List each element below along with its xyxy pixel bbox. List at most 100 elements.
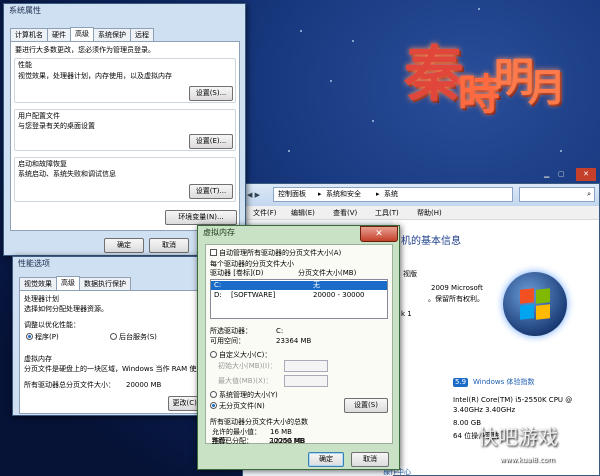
scheduling-description: 选择如何分配处理器资源。 (24, 305, 108, 313)
copyright-text: 2009 Microsoft (431, 284, 483, 292)
free-space-label: 可用空间： (210, 337, 245, 345)
current-allocated-value: 20000 MB (269, 437, 305, 445)
close-icon[interactable]: ✕ (360, 226, 398, 242)
wallpaper-logo: 秦時明月 (404, 40, 566, 119)
group-description: 视觉效果，处理器计划，内存使用，以及虚拟内存 (18, 72, 172, 80)
close-icon[interactable]: ✕ (576, 168, 596, 181)
environment-variables-button[interactable]: 环境变量(N)... (165, 210, 237, 225)
cancel-button[interactable]: 取消 (351, 452, 389, 467)
star (288, 150, 290, 152)
group-title: 用户配置文件 (18, 112, 60, 120)
window-title: 系统属性 (9, 6, 41, 15)
menu-tools[interactable]: 工具(T) (375, 209, 399, 218)
radio-icon (210, 391, 217, 398)
virtual-memory-dialog: 虚拟内存 ✕ 自动管理所有驱动器的分页文件大小(A) 每个驱动器的分页文件大小 … (197, 225, 400, 470)
tab-advanced[interactable]: 高级 (56, 276, 80, 290)
programs-radio[interactable]: 程序(P) (26, 333, 59, 342)
radio-selected-icon (26, 333, 33, 340)
back-forward-icon[interactable]: ◀ ▶ (247, 191, 260, 200)
list-item-selected[interactable]: C: 无 (211, 281, 387, 290)
auto-manage-checkbox[interactable]: 自动管理所有驱动器的分页文件大小(A) (210, 249, 341, 258)
wei-score-badge[interactable]: 5.9 (453, 378, 469, 387)
tab-strip: 计算机名 硬件 高级 系统保护 远程 (10, 27, 154, 41)
rights-text: 。保留所有权利。 (428, 295, 484, 303)
tab-visual-effects[interactable]: 视觉效果 (19, 277, 57, 290)
advanced-panel: 要进行大多数更改，您必须作为管理员登录。 性能 视觉效果，处理器计划，内存使用，… (10, 41, 240, 231)
star (330, 80, 332, 82)
admin-note: 要进行大多数更改，您必须作为管理员登录。 (15, 46, 155, 54)
no-paging-radio[interactable]: 无分页文件(N) (210, 402, 265, 411)
drive-size: 无 (313, 281, 320, 289)
tab-system-protection[interactable]: 系统保护 (93, 28, 131, 41)
list-item[interactable]: D: [SOFTWARE] 20000 - 30000 (211, 291, 387, 300)
star (352, 40, 354, 42)
profile-settings-button[interactable]: 设置(E)... (189, 134, 233, 149)
ok-button[interactable]: 确定 (104, 238, 144, 253)
user-profile-group: 用户配置文件 与您登录有关的桌面设置 设置(E)... (14, 109, 236, 151)
tab-computer-name[interactable]: 计算机名 (10, 28, 48, 41)
paging-total-value: 20000 MB (126, 381, 162, 389)
background-services-radio[interactable]: 后台服务(S) (110, 333, 157, 342)
search-input[interactable]: ⌕ (519, 187, 595, 202)
tab-advanced[interactable]: 高级 (70, 27, 94, 41)
star (560, 150, 562, 152)
radio-icon (210, 351, 217, 358)
paging-total-label: 所有驱动器总分页文件大小： (24, 381, 115, 389)
tab-dep[interactable]: 数据执行保护 (79, 277, 131, 290)
custom-size-radio[interactable]: 自定义大小(C)： (210, 351, 271, 360)
tab-remote[interactable]: 远程 (130, 28, 154, 41)
minimum-value: 16 MB (270, 428, 292, 436)
menu-bar: 文件(F) 编辑(E) 查看(V) 工具(T) 帮助(H) (243, 206, 599, 220)
virtual-memory-description: 分页文件是硬盘上的一块区域，Windows 当作 RAM 使用。 (24, 365, 211, 373)
startup-settings-button[interactable]: 设置(T)... (189, 184, 233, 199)
checkbox-icon (210, 249, 217, 256)
group-title: 启动和故障恢复 (18, 160, 67, 168)
drive-letter: C: (214, 281, 222, 289)
watermark-url: www.kuai8.com (500, 456, 555, 464)
site-watermark: 快吧游戏 www.kuai8.com (470, 424, 598, 472)
performance-group: 性能 视觉效果，处理器计划，内存使用，以及虚拟内存 设置(S)... (14, 58, 236, 103)
each-drive-label: 每个驱动器的分页文件大小 (210, 260, 294, 268)
menu-edit[interactable]: 编辑(E) (291, 209, 315, 218)
system-properties-window: 系统属性 计算机名 硬件 高级 系统保护 远程 要进行大多数更改，您必须作为管理… (3, 3, 246, 256)
breadcrumb-item[interactable]: 系统和安全 (326, 190, 361, 199)
drive-letter: D: (214, 291, 222, 299)
system-managed-radio[interactable]: 系统管理的大小(Y) (210, 391, 278, 400)
tab-hardware[interactable]: 硬件 (47, 28, 71, 41)
drive-size: 20000 - 30000 (313, 291, 365, 299)
ok-button[interactable]: 确定 (308, 452, 344, 467)
performance-settings-button[interactable]: 设置(S)... (189, 86, 233, 101)
totals-title: 所有驱动器分页文件大小的总数 (210, 418, 308, 426)
virtual-memory-title: 虚拟内存 (24, 355, 52, 363)
star (478, 8, 480, 10)
current-allocated-label: 当前已分配： (211, 437, 253, 445)
dialog-body: 自动管理所有驱动器的分页文件大小(A) 每个驱动器的分页文件大小 驱动器 [卷标… (205, 244, 393, 445)
cpu-speed-text: 3.40GHz 3.40GHz (453, 406, 516, 414)
initial-size-input[interactable] (284, 360, 328, 372)
radio-icon (110, 333, 117, 340)
wei-link[interactable]: Windows 体验指数 (473, 378, 534, 387)
drive-label: [SOFTWARE] (231, 291, 276, 299)
page-heading: 机的基本信息 (401, 236, 461, 247)
selected-drive-label: 所选驱动器： (210, 327, 252, 335)
minimum-label: 允许的最小值： (212, 428, 261, 436)
startup-recovery-group: 启动和故障恢复 系统启动、系统失败和调试信息 设置(T)... (14, 157, 236, 202)
breadcrumb-item[interactable]: 系统 (384, 190, 398, 199)
breadcrumb[interactable]: 控制面板 ▸ 系统和安全 ▸ 系统 (273, 187, 513, 202)
maximize-icon[interactable]: ▢ (558, 170, 565, 179)
menu-file[interactable]: 文件(F) (253, 209, 277, 218)
breadcrumb-item[interactable]: 控制面板 (278, 190, 306, 199)
tab-strip: 视觉效果 高级 数据执行保护 (19, 276, 131, 290)
cancel-button[interactable]: 取消 (149, 238, 189, 253)
drive-list[interactable]: C: 无 D: [SOFTWARE] 20000 - 30000 (210, 279, 388, 319)
cpu-text: Intel(R) Core(TM) i5-2550K CPU @ (453, 396, 573, 404)
initial-size-label: 初始大小(MB)(I)： (218, 362, 277, 370)
set-button[interactable]: 设置(S) (344, 398, 388, 413)
minimize-icon[interactable]: ▁ (544, 170, 549, 179)
scheduling-title: 处理器计划 (24, 295, 59, 303)
windows-logo-icon (503, 272, 567, 336)
radio-selected-icon (210, 402, 217, 409)
menu-help[interactable]: 帮助(H) (417, 209, 442, 218)
max-size-input[interactable] (284, 375, 328, 387)
menu-view[interactable]: 查看(V) (333, 209, 357, 218)
